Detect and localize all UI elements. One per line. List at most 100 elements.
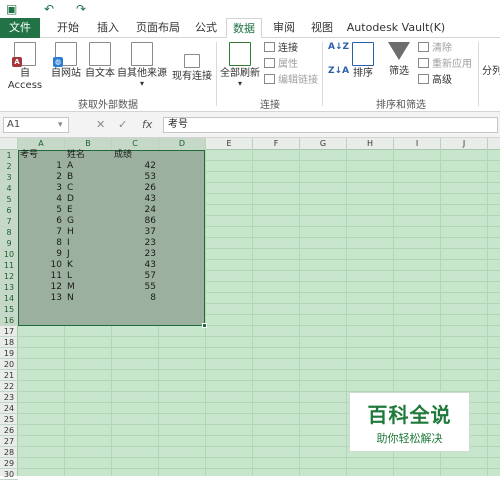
row-header[interactable]: 15 xyxy=(0,304,18,315)
column-header[interactable]: J xyxy=(441,138,488,150)
existing-connections-button[interactable]: 现有连接 xyxy=(170,54,214,83)
tab-insert[interactable]: 插入 xyxy=(90,18,126,38)
row-header[interactable]: 30 xyxy=(0,469,18,480)
undo-icon[interactable]: ↶ xyxy=(44,2,54,16)
cell[interactable]: B xyxy=(67,172,109,183)
edit-links-button[interactable]: 编辑链接 xyxy=(264,74,318,88)
cell[interactable]: L xyxy=(67,271,109,282)
cell[interactable]: 23 xyxy=(114,238,156,249)
tab-data[interactable]: 数据 xyxy=(226,18,262,39)
row-header[interactable]: 8 xyxy=(0,227,18,238)
tab-file[interactable]: 文件 xyxy=(0,18,40,38)
row-header[interactable]: 13 xyxy=(0,282,18,293)
cell[interactable]: 8 xyxy=(20,238,62,249)
cell[interactable]: E xyxy=(67,205,109,216)
cell[interactable]: H xyxy=(67,227,109,238)
column-header[interactable]: F xyxy=(253,138,300,150)
cell[interactable]: 12 xyxy=(20,282,62,293)
row-header[interactable]: 19 xyxy=(0,348,18,359)
cell[interactable]: 2 xyxy=(20,172,62,183)
cell[interactable]: 26 xyxy=(114,183,156,194)
column-header[interactable]: G xyxy=(300,138,347,150)
tab-review[interactable]: 审阅 xyxy=(266,18,302,38)
cell[interactable]: 57 xyxy=(114,271,156,282)
row-header[interactable]: 16 xyxy=(0,315,18,326)
column-header[interactable]: D xyxy=(159,138,206,150)
formula-input[interactable]: 考号 xyxy=(163,117,498,133)
row-header[interactable]: 27 xyxy=(0,436,18,447)
cell[interactable]: 成绩 xyxy=(114,150,156,161)
text-to-columns-button[interactable]: 分列 xyxy=(482,66,500,78)
row-header[interactable]: 24 xyxy=(0,403,18,414)
cell[interactable]: 42 xyxy=(114,161,156,172)
row-header[interactable]: 9 xyxy=(0,238,18,249)
insert-function-icon[interactable]: fx xyxy=(142,118,152,132)
cell[interactable]: 7 xyxy=(20,227,62,238)
redo-icon[interactable]: ↷ xyxy=(76,2,86,16)
cell[interactable]: N xyxy=(67,293,109,304)
cell[interactable]: 9 xyxy=(20,249,62,260)
cell[interactable]: 55 xyxy=(114,282,156,293)
sort-az-icon[interactable]: A↓Z xyxy=(328,40,349,54)
cell[interactable]: G xyxy=(67,216,109,227)
cell[interactable]: 4 xyxy=(20,194,62,205)
advanced-filter-button[interactable]: 高级 xyxy=(418,74,452,88)
row-header[interactable]: 5 xyxy=(0,194,18,205)
enter-icon[interactable]: ✓ xyxy=(118,118,127,132)
cell[interactable]: 11 xyxy=(20,271,62,282)
cell[interactable]: 6 xyxy=(20,216,62,227)
cell[interactable]: 53 xyxy=(114,172,156,183)
tab-page-layout[interactable]: 页面布局 xyxy=(130,18,186,38)
row-header[interactable]: 10 xyxy=(0,249,18,260)
cell[interactable]: 10 xyxy=(20,260,62,271)
tab-view[interactable]: 视图 xyxy=(304,18,340,38)
row-header[interactable]: 21 xyxy=(0,370,18,381)
row-header[interactable]: 12 xyxy=(0,271,18,282)
cell[interactable]: I xyxy=(67,238,109,249)
cell[interactable]: 13 xyxy=(20,293,62,304)
cell[interactable]: 1 xyxy=(20,161,62,172)
row-header[interactable]: 23 xyxy=(0,392,18,403)
cell[interactable]: 43 xyxy=(114,260,156,271)
chevron-down-icon[interactable]: ▾ xyxy=(58,118,63,132)
connections-button[interactable]: 连接 xyxy=(264,42,298,56)
row-header[interactable]: 3 xyxy=(0,172,18,183)
cell[interactable]: 23 xyxy=(114,249,156,260)
row-header[interactable]: 14 xyxy=(0,293,18,304)
row-header[interactable]: 29 xyxy=(0,458,18,469)
cancel-icon[interactable]: ✕ xyxy=(96,118,105,132)
cell[interactable]: J xyxy=(67,249,109,260)
from-other-sources-button[interactable]: 自其他来源 ▾ xyxy=(116,42,168,88)
cell[interactable]: 37 xyxy=(114,227,156,238)
tab-autodesk-vault[interactable]: Autodesk Vault(K) xyxy=(344,18,448,38)
properties-button[interactable]: 属性 xyxy=(264,58,298,72)
column-header[interactable]: C xyxy=(112,138,159,150)
cell[interactable]: M xyxy=(67,282,109,293)
select-all-corner[interactable] xyxy=(0,138,18,150)
row-header[interactable]: 17 xyxy=(0,326,18,337)
row-header[interactable]: 20 xyxy=(0,359,18,370)
cell[interactable]: 姓名 xyxy=(67,150,109,161)
row-header[interactable]: 22 xyxy=(0,381,18,392)
column-header[interactable]: I xyxy=(394,138,441,150)
from-text-button[interactable]: 自文本 xyxy=(82,42,118,80)
column-header[interactable]: A xyxy=(18,138,65,150)
fill-handle[interactable] xyxy=(202,323,207,328)
filter-button[interactable]: 筛选 xyxy=(384,42,414,78)
sort-button[interactable]: 排序 xyxy=(348,42,378,80)
row-header[interactable]: 2 xyxy=(0,161,18,172)
row-header[interactable]: 26 xyxy=(0,425,18,436)
cell[interactable]: 5 xyxy=(20,205,62,216)
row-header[interactable]: 18 xyxy=(0,337,18,348)
row-header[interactable]: 28 xyxy=(0,447,18,458)
cell[interactable]: C xyxy=(67,183,109,194)
tab-formulas[interactable]: 公式 xyxy=(188,18,224,38)
cell[interactable]: A xyxy=(67,161,109,172)
cell[interactable]: 43 xyxy=(114,194,156,205)
row-header[interactable]: 4 xyxy=(0,183,18,194)
cell[interactable]: 86 xyxy=(114,216,156,227)
clear-filter-button[interactable]: 清除 xyxy=(418,42,452,56)
row-header[interactable]: 7 xyxy=(0,216,18,227)
column-header[interactable]: B xyxy=(65,138,112,150)
cell[interactable]: D xyxy=(67,194,109,205)
